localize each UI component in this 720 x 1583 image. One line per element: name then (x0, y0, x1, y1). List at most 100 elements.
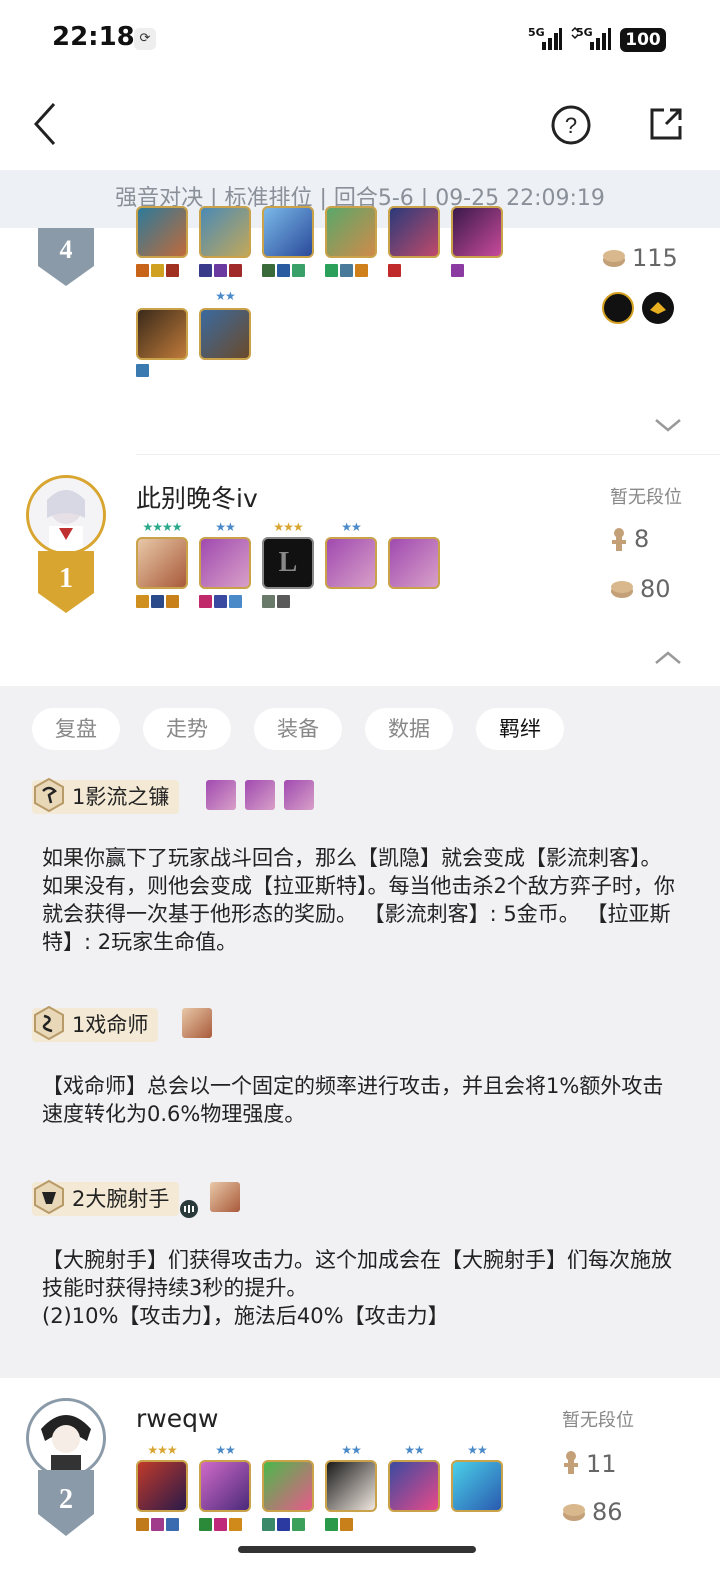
tooltip-badge-icon (180, 1200, 198, 1218)
champion-portrait[interactable] (199, 308, 251, 360)
trait-champion[interactable] (182, 1008, 212, 1038)
champion-items (199, 1518, 242, 1532)
level-icon (610, 527, 628, 553)
app-root: { "status": {"time": "22:18", "network1"… (0, 0, 720, 1583)
champion-items (262, 264, 305, 278)
trait-champion[interactable] (206, 780, 236, 810)
player-card-rank4[interactable]: 4 ★★ 115 (0, 206, 720, 454)
collapse-button[interactable] (652, 645, 684, 669)
rank-badge: 4 (38, 228, 94, 294)
champion-portrait[interactable] (136, 308, 188, 360)
player-level: 8 (634, 525, 650, 553)
help-button[interactable]: ? (550, 104, 592, 146)
share-external-icon (650, 108, 682, 140)
status-time: 22:18 (52, 22, 135, 52)
detail-panel: 复盘 走势 装备 数据 羁绊 1影流之镰 如果你赢下了玩家战斗回合，那么【凯隐】… (0, 686, 720, 1378)
champion-items (262, 595, 290, 609)
champion-portrait[interactable] (325, 537, 377, 589)
player-name: 此别晚冬iv (136, 484, 258, 513)
champion-portrait[interactable] (136, 1460, 188, 1512)
champion-portrait[interactable] (199, 1460, 251, 1512)
coin-count: 80 (640, 575, 671, 603)
player-name: rweqw (136, 1404, 219, 1433)
champion-portrait[interactable] (136, 537, 188, 589)
champion-portrait[interactable] (388, 1460, 440, 1512)
champion-portrait[interactable] (451, 206, 503, 258)
champion-portrait[interactable] (262, 206, 314, 258)
champion-portrait[interactable]: L (262, 537, 314, 589)
tab-data[interactable]: 数据 (365, 708, 453, 750)
star-level: ★★ (215, 1443, 236, 1457)
champion-portrait[interactable] (388, 537, 440, 589)
coin-count: 86 (592, 1498, 623, 1526)
trait-description: 【大腕射手】们获得攻击力。这个加成会在【大腕射手】们每次施放技能时获得持续3秒的… (42, 1248, 672, 1328)
champion-portrait[interactable] (388, 206, 440, 258)
champion-items (136, 364, 149, 378)
coin-count: 115 (632, 244, 678, 272)
champion-portrait[interactable] (451, 1460, 503, 1512)
champion-items (199, 595, 242, 609)
help-circle-icon: ? (551, 105, 591, 145)
champion-items (136, 264, 179, 278)
champion-items (325, 264, 368, 278)
rank-number: 2 (59, 1484, 73, 1515)
champion-portrait[interactable] (325, 1460, 377, 1512)
rank-badge: 2 (38, 1470, 94, 1536)
tab-replay[interactable]: 复盘 (32, 708, 120, 750)
star-level: ★★ (215, 520, 236, 534)
champion-portrait[interactable] (199, 537, 251, 589)
champion-portrait[interactable] (199, 206, 251, 258)
champion-portrait[interactable] (262, 1460, 314, 1512)
champion-items (262, 1518, 305, 1532)
star-level: ★★ (404, 1443, 425, 1457)
champion-items (388, 264, 401, 278)
star-level: ★★★ (147, 1443, 177, 1457)
coin-icon (562, 1502, 586, 1522)
expand-button[interactable] (652, 414, 684, 438)
player-level: 11 (586, 1450, 617, 1478)
trait-big-shot-icon (32, 1179, 66, 1215)
home-indicator[interactable] (238, 1546, 476, 1553)
trait-deadeye-icon (32, 1005, 66, 1041)
champion-portrait[interactable] (136, 206, 188, 258)
tab-traits[interactable]: 羁绊 (476, 708, 564, 750)
battery-icon: 100 (620, 28, 666, 52)
coin-icon (602, 248, 626, 268)
champion-items (199, 264, 242, 278)
avatar[interactable] (26, 475, 106, 555)
trait-champion[interactable] (284, 780, 314, 810)
star-level: ★★ (341, 520, 362, 534)
star-level: ★★★ (273, 520, 303, 534)
tier-label: 暂无段位 (610, 487, 682, 508)
tab-equipment[interactable]: 装备 (254, 708, 342, 750)
share-button[interactable] (646, 104, 686, 144)
trait-shadow-scythe-icon (32, 777, 66, 813)
chevron-up-icon (655, 651, 681, 664)
player-card-rank1[interactable]: 1 此别晚冬iv 暂无段位 ★★★★ ★★ ★★★ ★★ L 8 80 (0, 455, 720, 686)
trait-champion[interactable] (210, 1182, 240, 1212)
coin-icon (610, 579, 634, 599)
top-nav: ? (0, 80, 720, 170)
champion-items (136, 595, 179, 609)
champion-items (451, 264, 464, 278)
trait-description: 【戏命师】总会以一个固定的频率进行攻击，并且会将1%额外攻击速度转化为0.6%物… (42, 1074, 664, 1126)
level-icon (562, 1450, 580, 1476)
tab-trend[interactable]: 走势 (143, 708, 231, 750)
rank-number: 4 (60, 235, 73, 264)
augment-icon[interactable] (642, 292, 674, 324)
signal-icon: 5G (528, 26, 562, 52)
star-level: ★★ (215, 289, 236, 303)
star-level: ★★★★ (142, 520, 182, 534)
star-level: ★★ (341, 1443, 362, 1457)
status-bar: 22:18 ⟳ 5G 5G 100 (0, 0, 720, 80)
vpn-icon: ⟳ (134, 28, 156, 50)
tier-label: 暂无段位 (562, 1410, 634, 1431)
rank-badge: 1 (38, 551, 94, 613)
avatar[interactable] (26, 1398, 106, 1478)
trait-champion[interactable] (245, 780, 275, 810)
back-button[interactable] (24, 100, 68, 148)
augment-icon[interactable] (602, 292, 634, 324)
champion-portrait[interactable] (325, 206, 377, 258)
champion-items (136, 1518, 179, 1532)
trait-header: 2大腕射手 (32, 1179, 232, 1218)
